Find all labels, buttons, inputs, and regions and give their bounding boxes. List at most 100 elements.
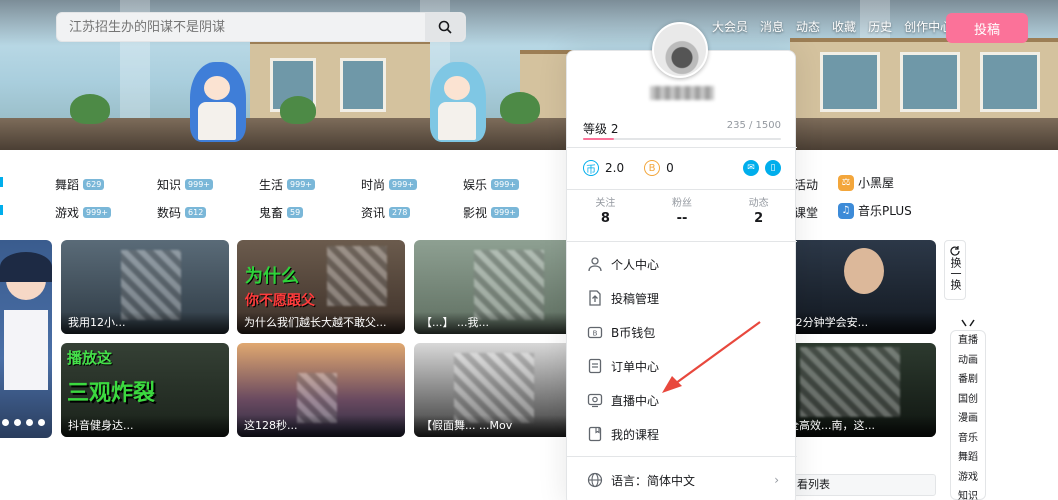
video-title: 这128秒... bbox=[237, 415, 405, 437]
video-overlay-text: 你不愿跟父 bbox=[245, 293, 315, 309]
refresh-icon bbox=[950, 246, 960, 256]
stats-row: 关注 8 粉丝 -- 动态 2 bbox=[567, 197, 797, 233]
nav-creator-center[interactable]: 创作中心 bbox=[904, 16, 952, 38]
stat-dynamics[interactable]: 动态 2 bbox=[720, 197, 797, 233]
stat-following[interactable]: 关注 8 bbox=[567, 197, 644, 233]
level-progress-text: 235 / 1500 bbox=[726, 120, 781, 131]
category-game[interactable]: 游戏 999+ bbox=[55, 204, 111, 221]
side-channel-rail: 直播 动画 番剧 国创 漫画 音乐 舞蹈 游戏 知识 bbox=[950, 330, 986, 500]
globe-icon bbox=[587, 472, 603, 488]
wallet-icon: B bbox=[587, 326, 603, 339]
user-dropdown-panel: 等级 2 235 / 1500 币 2.0 B 0 ✉ ▯ 关注 8 粉丝 --… bbox=[566, 50, 797, 500]
svg-text:B: B bbox=[593, 330, 598, 338]
category-knowledge[interactable]: 知识 999+ bbox=[157, 176, 213, 193]
video-overlay-text: 三观炸裂 bbox=[67, 381, 156, 406]
video-title: 【假面舞... ...Mov bbox=[414, 415, 582, 437]
search-input[interactable] bbox=[57, 13, 427, 41]
video-title: 我用12小... bbox=[61, 312, 229, 334]
nav-vip[interactable]: 大会员 bbox=[712, 16, 748, 38]
nav-messages[interactable]: 消息 bbox=[760, 16, 784, 38]
search-box[interactable] bbox=[56, 12, 466, 42]
video-overlay-text: 为什么 bbox=[245, 266, 299, 287]
rail-item[interactable]: 知识 bbox=[951, 487, 985, 500]
video-card[interactable]: 我用12小... bbox=[61, 240, 229, 334]
upload-manage-icon bbox=[589, 290, 601, 306]
course-icon bbox=[588, 426, 602, 442]
video-title: 【...】 ...我... bbox=[414, 312, 582, 334]
video-card[interactable]: 这128秒... bbox=[237, 343, 405, 437]
category-digital[interactable]: 数码 612 bbox=[157, 204, 207, 221]
category-classroom[interactable]: 课堂 bbox=[794, 204, 818, 221]
banner-character-right bbox=[430, 62, 486, 142]
category-grid-right: 活动 ⚖ 小黑屋 课堂 ♫ 音乐PLUS bbox=[790, 170, 950, 220]
live-icon bbox=[587, 393, 603, 408]
category-activity[interactable]: 活动 bbox=[794, 176, 818, 193]
order-icon bbox=[588, 358, 602, 374]
menu-item-upload-manage[interactable]: 投稿管理 bbox=[567, 281, 797, 315]
video-overlay-text: 播放这 bbox=[67, 349, 113, 367]
level-label: 等级 2 bbox=[583, 122, 619, 136]
category-dance[interactable]: 舞蹈 629 bbox=[55, 176, 105, 193]
video-card[interactable]: 播放这 三观炸裂 抖音健身达... bbox=[61, 343, 229, 437]
banner-character-left bbox=[190, 62, 246, 142]
watchlist-link[interactable]: 看列表 bbox=[790, 474, 936, 496]
search-icon bbox=[438, 20, 452, 34]
category-kichiku[interactable]: 鬼畜 59 bbox=[259, 204, 304, 221]
language-label: 语言：简体中文 bbox=[611, 473, 696, 488]
category-music-plus[interactable]: ♫ 音乐PLUS bbox=[838, 202, 912, 219]
rail-item[interactable]: 直播 bbox=[951, 331, 985, 351]
hero-carousel[interactable] bbox=[0, 240, 52, 438]
search-button[interactable] bbox=[425, 13, 465, 41]
music-plus-icon: ♫ bbox=[838, 202, 854, 219]
nav-history[interactable]: 历史 bbox=[868, 16, 892, 38]
coin-row: 币 2.0 B 0 ✉ ▯ bbox=[583, 157, 781, 179]
carousel-dot[interactable] bbox=[14, 419, 21, 426]
top-nav: 大会员 消息 动态 收藏 历史 创作中心 bbox=[712, 16, 952, 38]
bcoin-value: 0 bbox=[666, 161, 674, 175]
carousel-dot[interactable] bbox=[2, 419, 9, 426]
rail-item[interactable]: 音乐 bbox=[951, 429, 985, 449]
category-fashion[interactable]: 时尚 999+ bbox=[361, 176, 417, 193]
video-title: 抖音健身达... bbox=[61, 415, 229, 437]
carousel-dots bbox=[2, 419, 45, 426]
rail-item[interactable]: 舞蹈 bbox=[951, 448, 985, 468]
rail-item[interactable]: 游戏 bbox=[951, 468, 985, 488]
carousel-dot[interactable] bbox=[38, 419, 45, 426]
scale-icon: ⚖ bbox=[838, 174, 854, 191]
stat-fans[interactable]: 粉丝 -- bbox=[644, 197, 721, 233]
level-progress-bar bbox=[583, 138, 781, 140]
username bbox=[567, 85, 797, 101]
rail-item[interactable]: 番剧 bbox=[951, 370, 985, 390]
video-card[interactable]: 【...】 ...我... bbox=[414, 240, 582, 334]
menu-item-my-courses[interactable]: 我的课程 bbox=[567, 417, 797, 451]
video-card[interactable]: 【假面舞... ...Mov bbox=[414, 343, 582, 437]
user-avatar[interactable] bbox=[652, 22, 708, 78]
category-blackroom[interactable]: ⚖ 小黑屋 bbox=[838, 174, 894, 191]
nav-dynamics[interactable]: 动态 bbox=[796, 16, 820, 38]
rail-item[interactable]: 动画 bbox=[951, 351, 985, 371]
upload-button[interactable]: 投稿 bbox=[946, 13, 1028, 43]
menu-item-personal-center[interactable]: 个人中心 bbox=[567, 247, 797, 281]
refresh-label: 换一换 bbox=[949, 257, 962, 290]
chevron-right-icon: › bbox=[774, 473, 779, 487]
phone-icon[interactable]: ▯ bbox=[765, 160, 781, 176]
video-title: 为什么我们越长大越不敢父... bbox=[237, 312, 405, 334]
rail-item[interactable]: 漫画 bbox=[951, 409, 985, 429]
nav-favorites[interactable]: 收藏 bbox=[832, 16, 856, 38]
category-life[interactable]: 生活 999+ bbox=[259, 176, 315, 193]
bcoin-icon: B bbox=[644, 160, 661, 176]
video-card[interactable]: 为什么 你不愿跟父 为什么我们越长大越不敢父... bbox=[237, 240, 405, 334]
category-grid: 舞蹈 629 知识 999+ 生活 999+ 时尚 999+ 娱乐 999+ 游戏 999+… bbox=[0, 170, 560, 220]
carousel-dot[interactable] bbox=[26, 419, 33, 426]
category-news[interactable]: 资讯 278 bbox=[361, 204, 411, 221]
rail-item[interactable]: 国创 bbox=[951, 390, 985, 410]
mail-icon[interactable]: ✉ bbox=[743, 160, 759, 176]
refresh-button[interactable]: 换一换 bbox=[944, 240, 966, 300]
category-entertainment[interactable]: 娱乐 999+ bbox=[463, 176, 519, 193]
category-film[interactable]: 影视 999+ bbox=[463, 204, 519, 221]
annotation-arrow bbox=[662, 321, 761, 393]
coin-icon: 币 bbox=[583, 160, 599, 176]
user-icon bbox=[588, 257, 602, 272]
coin-value: 2.0 bbox=[605, 161, 625, 175]
language-selector[interactable]: 语言：简体中文 › bbox=[567, 465, 797, 495]
